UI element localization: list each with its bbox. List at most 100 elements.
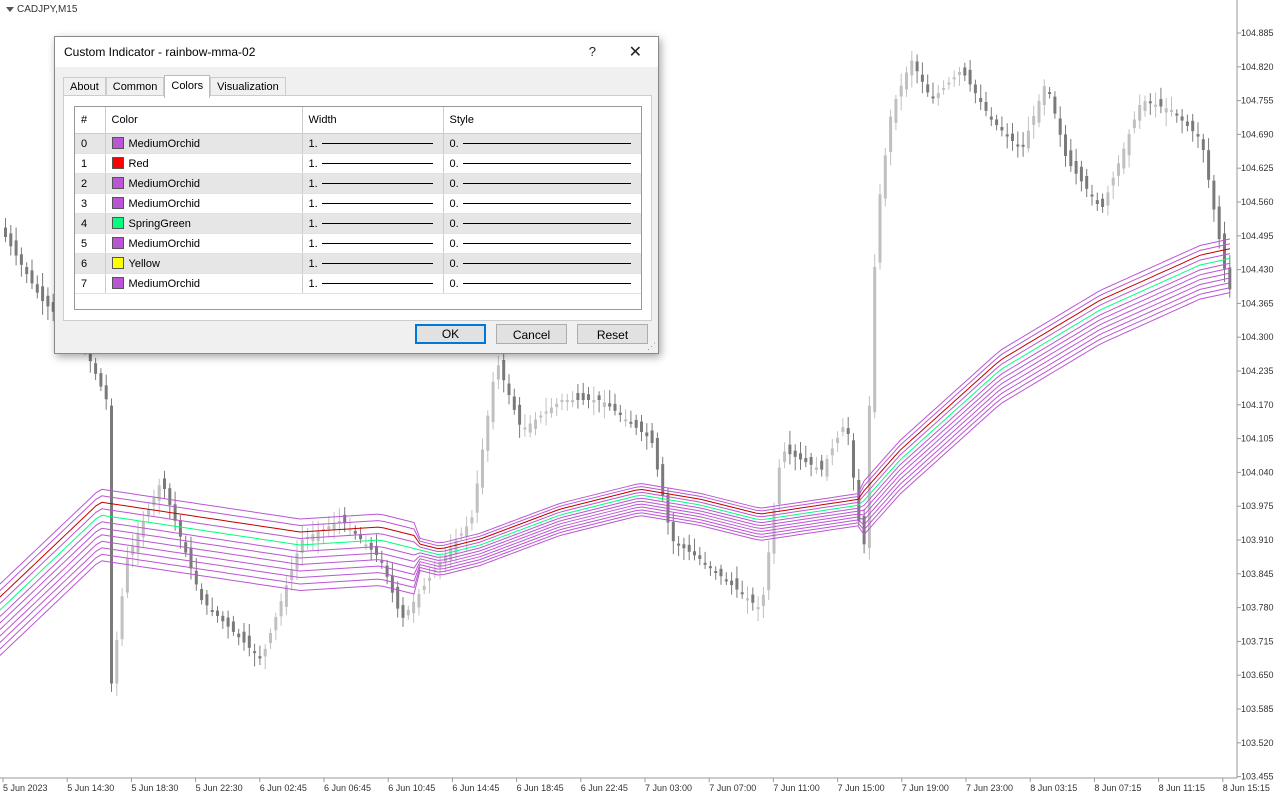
width-cell[interactable]: 1.: [302, 153, 444, 174]
style-cell[interactable]: 0.: [443, 213, 641, 234]
candle-body: [995, 119, 999, 126]
candle-body: [560, 400, 564, 402]
candle-body: [1021, 144, 1025, 147]
candle-body: [703, 562, 707, 565]
candle-body: [873, 267, 877, 413]
candle-body: [30, 270, 34, 284]
time-label: 6 Jun 06:45: [324, 783, 371, 793]
width-cell[interactable]: 1.: [302, 193, 444, 214]
time-label: 5 Jun 18:30: [131, 783, 178, 793]
table-row[interactable]: 2 MediumOrchid 1. 0.: [75, 173, 641, 194]
width-cell[interactable]: 1.: [302, 253, 444, 274]
ok-button[interactable]: OK: [415, 324, 486, 344]
line-sample-icon: [462, 263, 631, 264]
candle-body: [19, 254, 23, 265]
color-name: Red: [128, 158, 149, 170]
candle-body: [1074, 161, 1078, 174]
table-row[interactable]: 6 Yellow 1. 0.: [75, 253, 641, 274]
color-cell[interactable]: MediumOrchid: [105, 173, 303, 194]
line-sample-icon: [462, 243, 631, 244]
tab-common[interactable]: Common: [105, 77, 165, 97]
style-cell[interactable]: 0.: [443, 273, 641, 294]
table-row[interactable]: 3 MediumOrchid 1. 0.: [75, 193, 641, 214]
width-cell[interactable]: 1.: [302, 233, 444, 254]
time-label: 5 Jun 14:30: [67, 783, 114, 793]
candle-body: [131, 545, 135, 555]
color-cell[interactable]: Yellow: [105, 253, 303, 274]
candle-body: [1085, 175, 1089, 189]
candle-body: [730, 580, 734, 586]
candle-body: [1191, 120, 1195, 132]
candle-body: [1207, 150, 1211, 180]
color-cell[interactable]: MediumOrchid: [105, 133, 303, 154]
color-cell[interactable]: Red: [105, 153, 303, 174]
price-label: 104.755: [1241, 96, 1274, 106]
candle-body: [512, 396, 516, 410]
candle-body: [1148, 101, 1152, 104]
price-label: 103.715: [1241, 636, 1274, 646]
width-value: 1.: [308, 177, 318, 190]
time-label: 6 Jun 10:45: [388, 783, 435, 793]
tab-about[interactable]: About: [63, 77, 106, 97]
candle-body: [910, 60, 914, 76]
candle-body: [390, 575, 394, 593]
candle-body: [979, 97, 983, 102]
style-cell[interactable]: 0.: [443, 173, 641, 194]
style-cell[interactable]: 0.: [443, 193, 641, 214]
width-cell[interactable]: 1.: [302, 213, 444, 234]
table-row[interactable]: 0 MediumOrchid 1. 0.: [75, 133, 641, 154]
table-row[interactable]: 4 SpringGreen 1. 0.: [75, 213, 641, 234]
style-cell[interactable]: 0.: [443, 133, 641, 154]
candle-body: [99, 373, 103, 387]
candle-body: [677, 543, 681, 546]
candle-body: [279, 601, 283, 617]
width-value: 1.: [308, 137, 318, 150]
width-cell[interactable]: 1.: [302, 133, 444, 154]
price-label: 103.520: [1241, 738, 1274, 748]
width-value: 1.: [308, 237, 318, 250]
table-row[interactable]: 7 MediumOrchid 1. 0.: [75, 273, 641, 294]
candle-body: [973, 84, 977, 94]
tab-colors[interactable]: Colors: [164, 75, 211, 98]
row-index: 7: [75, 273, 106, 294]
time-label: 6 Jun 22:45: [581, 783, 628, 793]
width-cell[interactable]: 1.: [302, 273, 444, 294]
style-cell[interactable]: 0.: [443, 153, 641, 174]
color-cell[interactable]: SpringGreen: [105, 213, 303, 234]
help-button[interactable]: ?: [589, 44, 596, 59]
width-value: 1.: [308, 217, 318, 230]
price-label: 103.910: [1241, 535, 1274, 545]
cancel-button[interactable]: Cancel: [496, 324, 567, 344]
candle-body: [915, 61, 919, 72]
tab-visualization[interactable]: Visualization: [210, 77, 286, 97]
table-row[interactable]: 1 Red 1. 0.: [75, 153, 641, 174]
candle-body: [671, 521, 675, 542]
price-label: 103.455: [1241, 772, 1274, 782]
price-label: 104.170: [1241, 400, 1274, 410]
table-row[interactable]: 5 MediumOrchid 1. 0.: [75, 233, 641, 254]
width-value: 1.: [308, 197, 318, 210]
candle-body: [1101, 198, 1105, 207]
width-cell[interactable]: 1.: [302, 173, 444, 194]
candle-body: [544, 411, 548, 414]
candle-body: [104, 385, 108, 400]
style-cell[interactable]: 0.: [443, 253, 641, 274]
style-cell[interactable]: 0.: [443, 233, 641, 254]
close-icon[interactable]: ✕: [629, 42, 642, 62]
candle-body: [693, 551, 696, 556]
color-cell[interactable]: MediumOrchid: [105, 193, 303, 214]
reset-button[interactable]: Reset: [577, 324, 648, 344]
candle-body: [767, 552, 771, 591]
time-label: 8 Jun 15:15: [1223, 783, 1270, 793]
candle-body: [14, 240, 18, 256]
candle-body: [1053, 96, 1057, 114]
candle-body: [1106, 192, 1110, 206]
candle-body: [316, 531, 320, 542]
resize-grip-icon[interactable]: ⋰: [647, 341, 656, 352]
color-cell[interactable]: MediumOrchid: [105, 273, 303, 294]
candle-body: [1196, 134, 1200, 137]
candle-body: [894, 99, 898, 123]
candle-body: [618, 412, 622, 416]
color-cell[interactable]: MediumOrchid: [105, 233, 303, 254]
dialog-titlebar[interactable]: Custom Indicator - rainbow-mma-02 ? ✕: [55, 37, 658, 67]
